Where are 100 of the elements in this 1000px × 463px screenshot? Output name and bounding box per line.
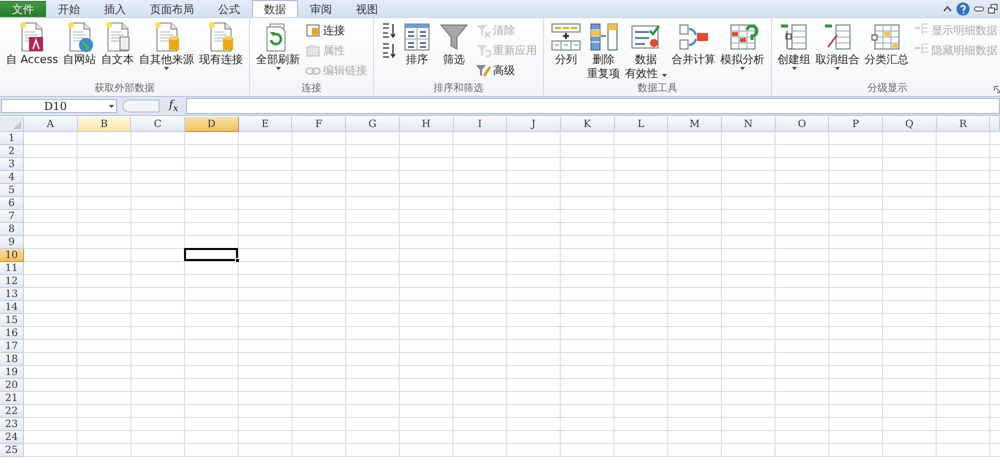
- properties-icon: [305, 42, 322, 58]
- ribbon-button[interactable]: 筛选: [436, 21, 472, 67]
- caret-icon: [164, 67, 170, 70]
- row-header[interactable]: 12: [0, 275, 24, 288]
- insert-function-button[interactable]: f$_{x}$: [165, 98, 182, 114]
- caret-icon: [835, 67, 840, 70]
- column-header[interactable]: J: [507, 117, 561, 132]
- ribbon-button[interactable]: 删除 重复项: [585, 21, 622, 81]
- dialog-launcher-icon[interactable]: [994, 86, 1000, 93]
- row-header[interactable]: 1: [0, 132, 24, 145]
- help-icon[interactable]: [956, 2, 970, 16]
- ribbon-button[interactable]: 分列: [548, 21, 584, 67]
- ribbon-button[interactable]: 自其他来源: [137, 21, 196, 70]
- connection-icon: [305, 22, 322, 38]
- row-header[interactable]: 16: [0, 327, 24, 340]
- remove-duplicates-icon: [588, 21, 620, 53]
- column-header[interactable]: F: [292, 117, 346, 132]
- row-header[interactable]: 17: [0, 340, 24, 353]
- row-header[interactable]: 9: [0, 236, 24, 249]
- row-header[interactable]: 7: [0, 210, 24, 223]
- formula-input[interactable]: [186, 98, 1000, 114]
- group-label: 数据工具: [637, 83, 678, 94]
- ribbon-tab[interactable]: 插入: [92, 1, 138, 17]
- column-header[interactable]: K: [560, 117, 615, 132]
- ribbon-tab[interactable]: 文件: [0, 1, 46, 17]
- ribbon-button[interactable]: 合并计算: [670, 21, 718, 67]
- row-header[interactable]: 24: [0, 431, 24, 444]
- caret-icon: [276, 67, 281, 70]
- row-header[interactable]: 25: [0, 444, 24, 457]
- row-header[interactable]: 10: [0, 249, 24, 262]
- ribbon-button[interactable]: 现有连接: [197, 21, 246, 67]
- name-box[interactable]: D10: [1, 99, 117, 113]
- column-header[interactable]: H: [400, 117, 454, 132]
- row-header[interactable]: 8: [0, 223, 24, 236]
- formula-bar-separator-icon: [121, 99, 161, 113]
- ribbon-button[interactable]: 模拟分析: [718, 21, 767, 70]
- row-header[interactable]: 18: [0, 353, 24, 366]
- minimize-icon[interactable]: [974, 6, 984, 12]
- select-all-icon: [13, 121, 21, 129]
- ribbon-button[interactable]: 取消组合: [814, 21, 862, 70]
- ribbon-tab[interactable]: 数据: [252, 0, 298, 17]
- column-header[interactable]: Q: [883, 117, 937, 132]
- ribbon-tab[interactable]: 公式: [206, 1, 252, 17]
- column-header[interactable]: B: [78, 117, 132, 132]
- row-header[interactable]: 20: [0, 379, 24, 392]
- sort-descending-icon: [380, 42, 396, 58]
- cell-grid[interactable]: [24, 132, 1000, 457]
- column-header[interactable]: G: [346, 117, 400, 132]
- ribbon-tab[interactable]: 视图: [344, 1, 390, 17]
- split-columns-icon: [550, 21, 582, 53]
- row-header[interactable]: 2: [0, 145, 24, 158]
- row-header[interactable]: 6: [0, 197, 24, 210]
- row-header[interactable]: 14: [0, 301, 24, 314]
- group-label: 分级显示: [868, 83, 908, 94]
- active-cell[interactable]: [184, 248, 238, 261]
- reapply-filter-icon: [475, 42, 492, 58]
- group-label: 获取外部数据: [94, 83, 155, 94]
- row-header[interactable]: 3: [0, 158, 24, 171]
- clear-filter-icon: [475, 22, 492, 38]
- ribbon-button[interactable]: 高级: [473, 61, 540, 79]
- group-label: 排序和筛选: [434, 83, 484, 94]
- column-header[interactable]: M: [668, 117, 722, 132]
- row-header[interactable]: 11: [0, 262, 24, 275]
- row-header[interactable]: 4: [0, 171, 24, 184]
- caret-icon: [740, 67, 746, 70]
- ribbon-button[interactable]: 自文本: [99, 21, 136, 67]
- row-header[interactable]: 15: [0, 314, 24, 327]
- ribbon-button[interactable]: 排序: [399, 21, 436, 67]
- sort-ascending-icon: [380, 22, 396, 38]
- column-header[interactable]: A: [24, 117, 78, 132]
- ribbon-button[interactable]: 自 Access: [4, 21, 60, 67]
- row-header[interactable]: 19: [0, 366, 24, 379]
- column-header[interactable]: I: [454, 117, 508, 132]
- column-header[interactable]: P: [829, 117, 883, 132]
- restore-icon[interactable]: [988, 4, 998, 14]
- column-header[interactable]: O: [776, 117, 830, 132]
- column-header[interactable]: N: [722, 117, 776, 132]
- row-header[interactable]: 5: [0, 184, 24, 197]
- ribbon-tab[interactable]: 开始: [46, 1, 92, 17]
- ribbon-tab[interactable]: 审阅: [298, 1, 344, 17]
- ribbon-button[interactable]: 自网站: [61, 21, 98, 67]
- column-header[interactable]: D: [185, 117, 239, 132]
- column-header[interactable]: E: [238, 117, 292, 132]
- caret-icon: [792, 67, 797, 70]
- row-header[interactable]: 22: [0, 405, 24, 418]
- ribbon-button[interactable]: 全部刷新: [254, 21, 302, 70]
- ribbon-button[interactable]: 分类汇总: [862, 21, 911, 67]
- row-header[interactable]: 23: [0, 418, 24, 431]
- row-header[interactable]: 21: [0, 392, 24, 405]
- collapse-ribbon-icon[interactable]: [943, 5, 952, 12]
- ribbon-button[interactable]: 连接: [303, 21, 370, 39]
- row-header[interactable]: 13: [0, 288, 24, 301]
- column-header[interactable]: C: [131, 117, 186, 132]
- group-label: 连接: [302, 83, 322, 94]
- ribbon-button[interactable]: 创建组: [776, 21, 813, 70]
- ribbon-tab[interactable]: 页面布局: [138, 1, 206, 17]
- column-header[interactable]: L: [614, 117, 668, 132]
- caret-icon: [109, 104, 114, 108]
- column-header[interactable]: R: [936, 117, 990, 132]
- ribbon-button[interactable]: 数据 有效性: [623, 21, 669, 81]
